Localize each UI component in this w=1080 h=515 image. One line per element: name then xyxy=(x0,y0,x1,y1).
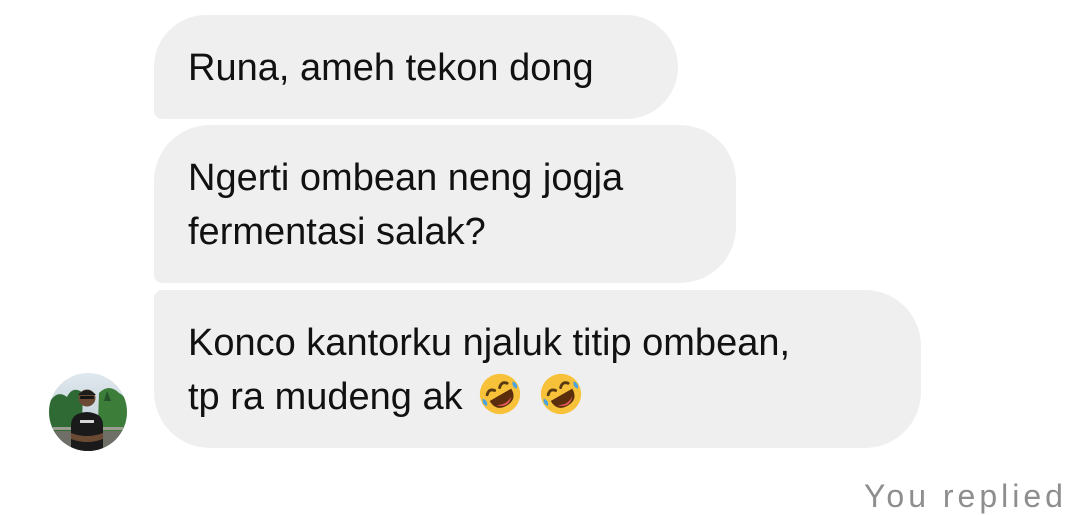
message-text: tp ra mudeng ak xyxy=(188,376,463,418)
message-text-with-emoji: tp ra mudeng ak xyxy=(188,370,887,424)
message-text: Konco kantorku njaluk titip ombean, xyxy=(188,322,791,364)
message-text: fermentasi salak? xyxy=(188,211,486,253)
message-bubble[interactable]: Ngerti ombean neng jogja fermentasi sala… xyxy=(154,125,736,283)
avatar[interactable] xyxy=(49,373,127,451)
message-bubble[interactable]: Runa, ameh tekon dong xyxy=(154,15,678,119)
message-text: Runa, ameh tekon dong xyxy=(188,47,594,89)
user-avatar-photo-icon xyxy=(49,373,127,451)
message-bubble[interactable]: Konco kantorku njaluk titip ombean, tp r… xyxy=(154,290,921,448)
rolling-on-floor-laughing-icon xyxy=(480,373,521,415)
rolling-on-floor-laughing-icon xyxy=(540,373,581,415)
message-text: Ngerti ombean neng jogja xyxy=(188,157,624,199)
replied-label: You replied xyxy=(864,478,1067,514)
